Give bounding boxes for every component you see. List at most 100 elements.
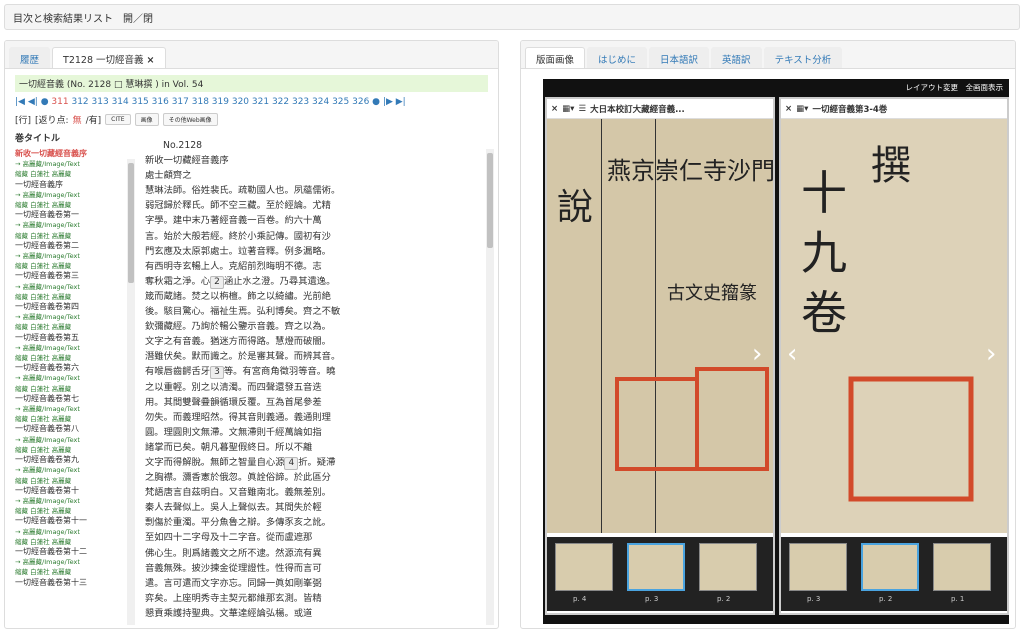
toc-edition-links[interactable]: 縮藏 白蓮社 高麗藏	[15, 169, 120, 179]
page-thumbnail[interactable]	[627, 543, 685, 591]
image-button[interactable]: 画像	[134, 113, 159, 126]
toc-edition-links[interactable]: 縮藏 白蓮社 高麗藏	[15, 537, 120, 547]
kaeriten-on[interactable]: /有]	[86, 113, 102, 126]
toc-item[interactable]: 一切經音義序	[15, 180, 120, 190]
prev-image-icon[interactable]: ‹	[787, 339, 797, 369]
page-thumbnail[interactable]	[699, 543, 757, 591]
tab-2[interactable]: 日本語訳	[649, 47, 710, 68]
toc-source-link[interactable]: → 高麗藏/Image/Text	[15, 404, 120, 414]
page-image-1[interactable]: 說 燕京崇仁寺沙門希麟集 古文史籀篆 ›	[547, 119, 773, 533]
toc-edition-links[interactable]: 縮藏 白蓮社 高麗藏	[15, 384, 120, 394]
toc-source-link[interactable]: → 高麗藏/Image/Text	[15, 557, 120, 567]
toc-item[interactable]: 一切經音義卷第十一	[15, 516, 120, 526]
toc-item[interactable]: 一切經音義卷第十二	[15, 547, 120, 557]
toc-source-link[interactable]: → 高麗藏/Image/Text	[15, 251, 120, 261]
toc-source-link[interactable]: → 高麗藏/Image/Text	[15, 159, 120, 169]
last-page-icon[interactable]: ▶|	[396, 97, 406, 107]
viewer-top[interactable]: レイアウト変更 全画面表示	[543, 79, 1009, 97]
page-link[interactable]: 321	[252, 97, 272, 107]
page-thumbnail[interactable]	[789, 543, 847, 591]
toc-edition-links[interactable]: 縮藏 白蓮社 高麗藏	[15, 353, 120, 363]
line-number-badge[interactable]: 2	[210, 275, 224, 289]
page-link[interactable]: 322	[272, 97, 292, 107]
page-link[interactable]: 314	[112, 97, 132, 107]
cite-button[interactable]: CITE	[105, 114, 131, 125]
toc-edition-links[interactable]: 縮藏 白蓮社 高麗藏	[15, 200, 120, 210]
toc-item[interactable]: 一切經音義卷第四	[15, 302, 120, 312]
page-link[interactable]: 315	[132, 97, 152, 107]
toc-item-main[interactable]: 新收一切藏經音義序	[15, 149, 120, 159]
toc-source-link[interactable]: → 高麗藏/Image/Text	[15, 465, 120, 475]
toc-source-link[interactable]: → 高麗藏/Image/Text	[15, 527, 120, 537]
text-scrollbar[interactable]	[486, 149, 494, 625]
next-page-icon[interactable]: |▶	[383, 97, 393, 107]
other-web-images-button[interactable]: その他Web画像	[162, 113, 218, 126]
next-image-icon[interactable]: ›	[986, 339, 996, 369]
toc-edition-links[interactable]: 縮藏 白蓮社 高麗藏	[15, 476, 120, 486]
toc-item[interactable]: 一切經音義卷第一	[15, 210, 120, 220]
menu-icon[interactable]: ☰	[578, 104, 586, 114]
page-link[interactable]: 316	[152, 97, 172, 107]
page-image-2[interactable]: 撰 十 九 卷 ‹ ›	[781, 119, 1007, 533]
page-link[interactable]: 326	[352, 97, 372, 107]
toc-edition-links[interactable]: 縮藏 白蓮社 高麗藏	[15, 231, 120, 241]
toc-toggle-label[interactable]: 目次と検索結果リスト 開／閉	[13, 14, 153, 25]
toc-item[interactable]: 一切經音義卷第九	[15, 455, 120, 465]
page-link[interactable]: 313	[92, 97, 112, 107]
kaeriten-off[interactable]: 無	[73, 113, 82, 126]
toc-item[interactable]: 一切經音義卷第七	[15, 394, 120, 404]
line-number-badge[interactable]: 3	[210, 366, 224, 380]
toc-edition-links[interactable]: 縮藏 白蓮社 高麗藏	[15, 261, 120, 271]
line-number-badge[interactable]: 4	[284, 456, 299, 470]
first-page-icon[interactable]: |◀	[15, 97, 25, 107]
toc-edition-links[interactable]: 縮藏 白蓮社 高麗藏	[15, 567, 120, 577]
page-link[interactable]: 325	[332, 97, 352, 107]
page-link[interactable]: 323	[292, 97, 312, 107]
toc-edition-links[interactable]: 縮藏 白蓮社 高麗藏	[15, 322, 120, 332]
tab-0[interactable]: 版面画像	[525, 47, 586, 68]
toc-edition-links[interactable]: 縮藏 白蓮社 高麗藏	[15, 414, 120, 424]
toc-source-link[interactable]: → 高麗藏/Image/Text	[15, 190, 120, 200]
line-toggle[interactable]: [行]	[15, 113, 31, 126]
tab-close-icon[interactable]: ×	[147, 55, 155, 66]
toc-item[interactable]: 一切經音義卷第十	[15, 486, 120, 496]
page-thumbnail[interactable]	[933, 543, 991, 591]
tab-1[interactable]: はじめに	[587, 47, 648, 68]
tab-t2128-label[interactable]: T2128 一切經音義	[63, 55, 144, 66]
close-icon[interactable]: ×	[785, 104, 792, 114]
tab-3[interactable]: 英語訳	[711, 47, 762, 68]
page-link[interactable]: 319	[212, 97, 232, 107]
page-forward-icon[interactable]: ●	[372, 97, 380, 107]
page-thumbnail[interactable]	[555, 543, 613, 591]
toc-source-link[interactable]: → 高麗藏/Image/Text	[15, 435, 120, 445]
toc-item[interactable]: 一切經音義卷第三	[15, 271, 120, 281]
close-icon[interactable]: ×	[551, 104, 558, 114]
tab-t2128[interactable]: T2128 一切經音義 ×	[52, 47, 166, 68]
page-link[interactable]: 317	[172, 97, 192, 107]
next-image-icon[interactable]: ›	[752, 339, 762, 369]
toc-source-link[interactable]: → 高麗藏/Image/Text	[15, 312, 120, 322]
page-back-icon[interactable]: ●	[41, 97, 49, 107]
page-thumbnail[interactable]	[861, 543, 919, 591]
page-link[interactable]: 311	[51, 97, 71, 107]
toc-edition-links[interactable]: 縮藏 白蓮社 高麗藏	[15, 445, 120, 455]
page-link[interactable]: 324	[312, 97, 332, 107]
toc-source-link[interactable]: → 高麗藏/Image/Text	[15, 282, 120, 292]
toc-toggle-bar[interactable]: 目次と検索結果リスト 開／閉	[4, 4, 1020, 30]
prev-page-icon[interactable]: ◀|	[28, 97, 38, 107]
toc-source-link[interactable]: → 高麗藏/Image/Text	[15, 220, 120, 230]
tab-history[interactable]: 履歴	[9, 47, 51, 68]
toc-item[interactable]: 一切經音義卷第八	[15, 424, 120, 434]
toc-source-link[interactable]: → 高麗藏/Image/Text	[15, 373, 120, 383]
toc-edition-links[interactable]: 縮藏 白蓮社 高麗藏	[15, 292, 120, 302]
toc-item[interactable]: 一切經音義卷第十三	[15, 578, 120, 588]
toc-edition-links[interactable]: 縮藏 白蓮社 高麗藏	[15, 506, 120, 516]
page-link[interactable]: 320	[232, 97, 252, 107]
toc-scrollbar[interactable]	[127, 159, 135, 625]
grid-icon[interactable]: ▦▾	[796, 104, 808, 114]
page-link[interactable]: 318	[192, 97, 212, 107]
toc-source-link[interactable]: → 高麗藏/Image/Text	[15, 343, 120, 353]
page-link[interactable]: 312	[71, 97, 91, 107]
tab-4[interactable]: テキスト分析	[763, 47, 843, 68]
toc-item[interactable]: 一切經音義卷第六	[15, 363, 120, 373]
